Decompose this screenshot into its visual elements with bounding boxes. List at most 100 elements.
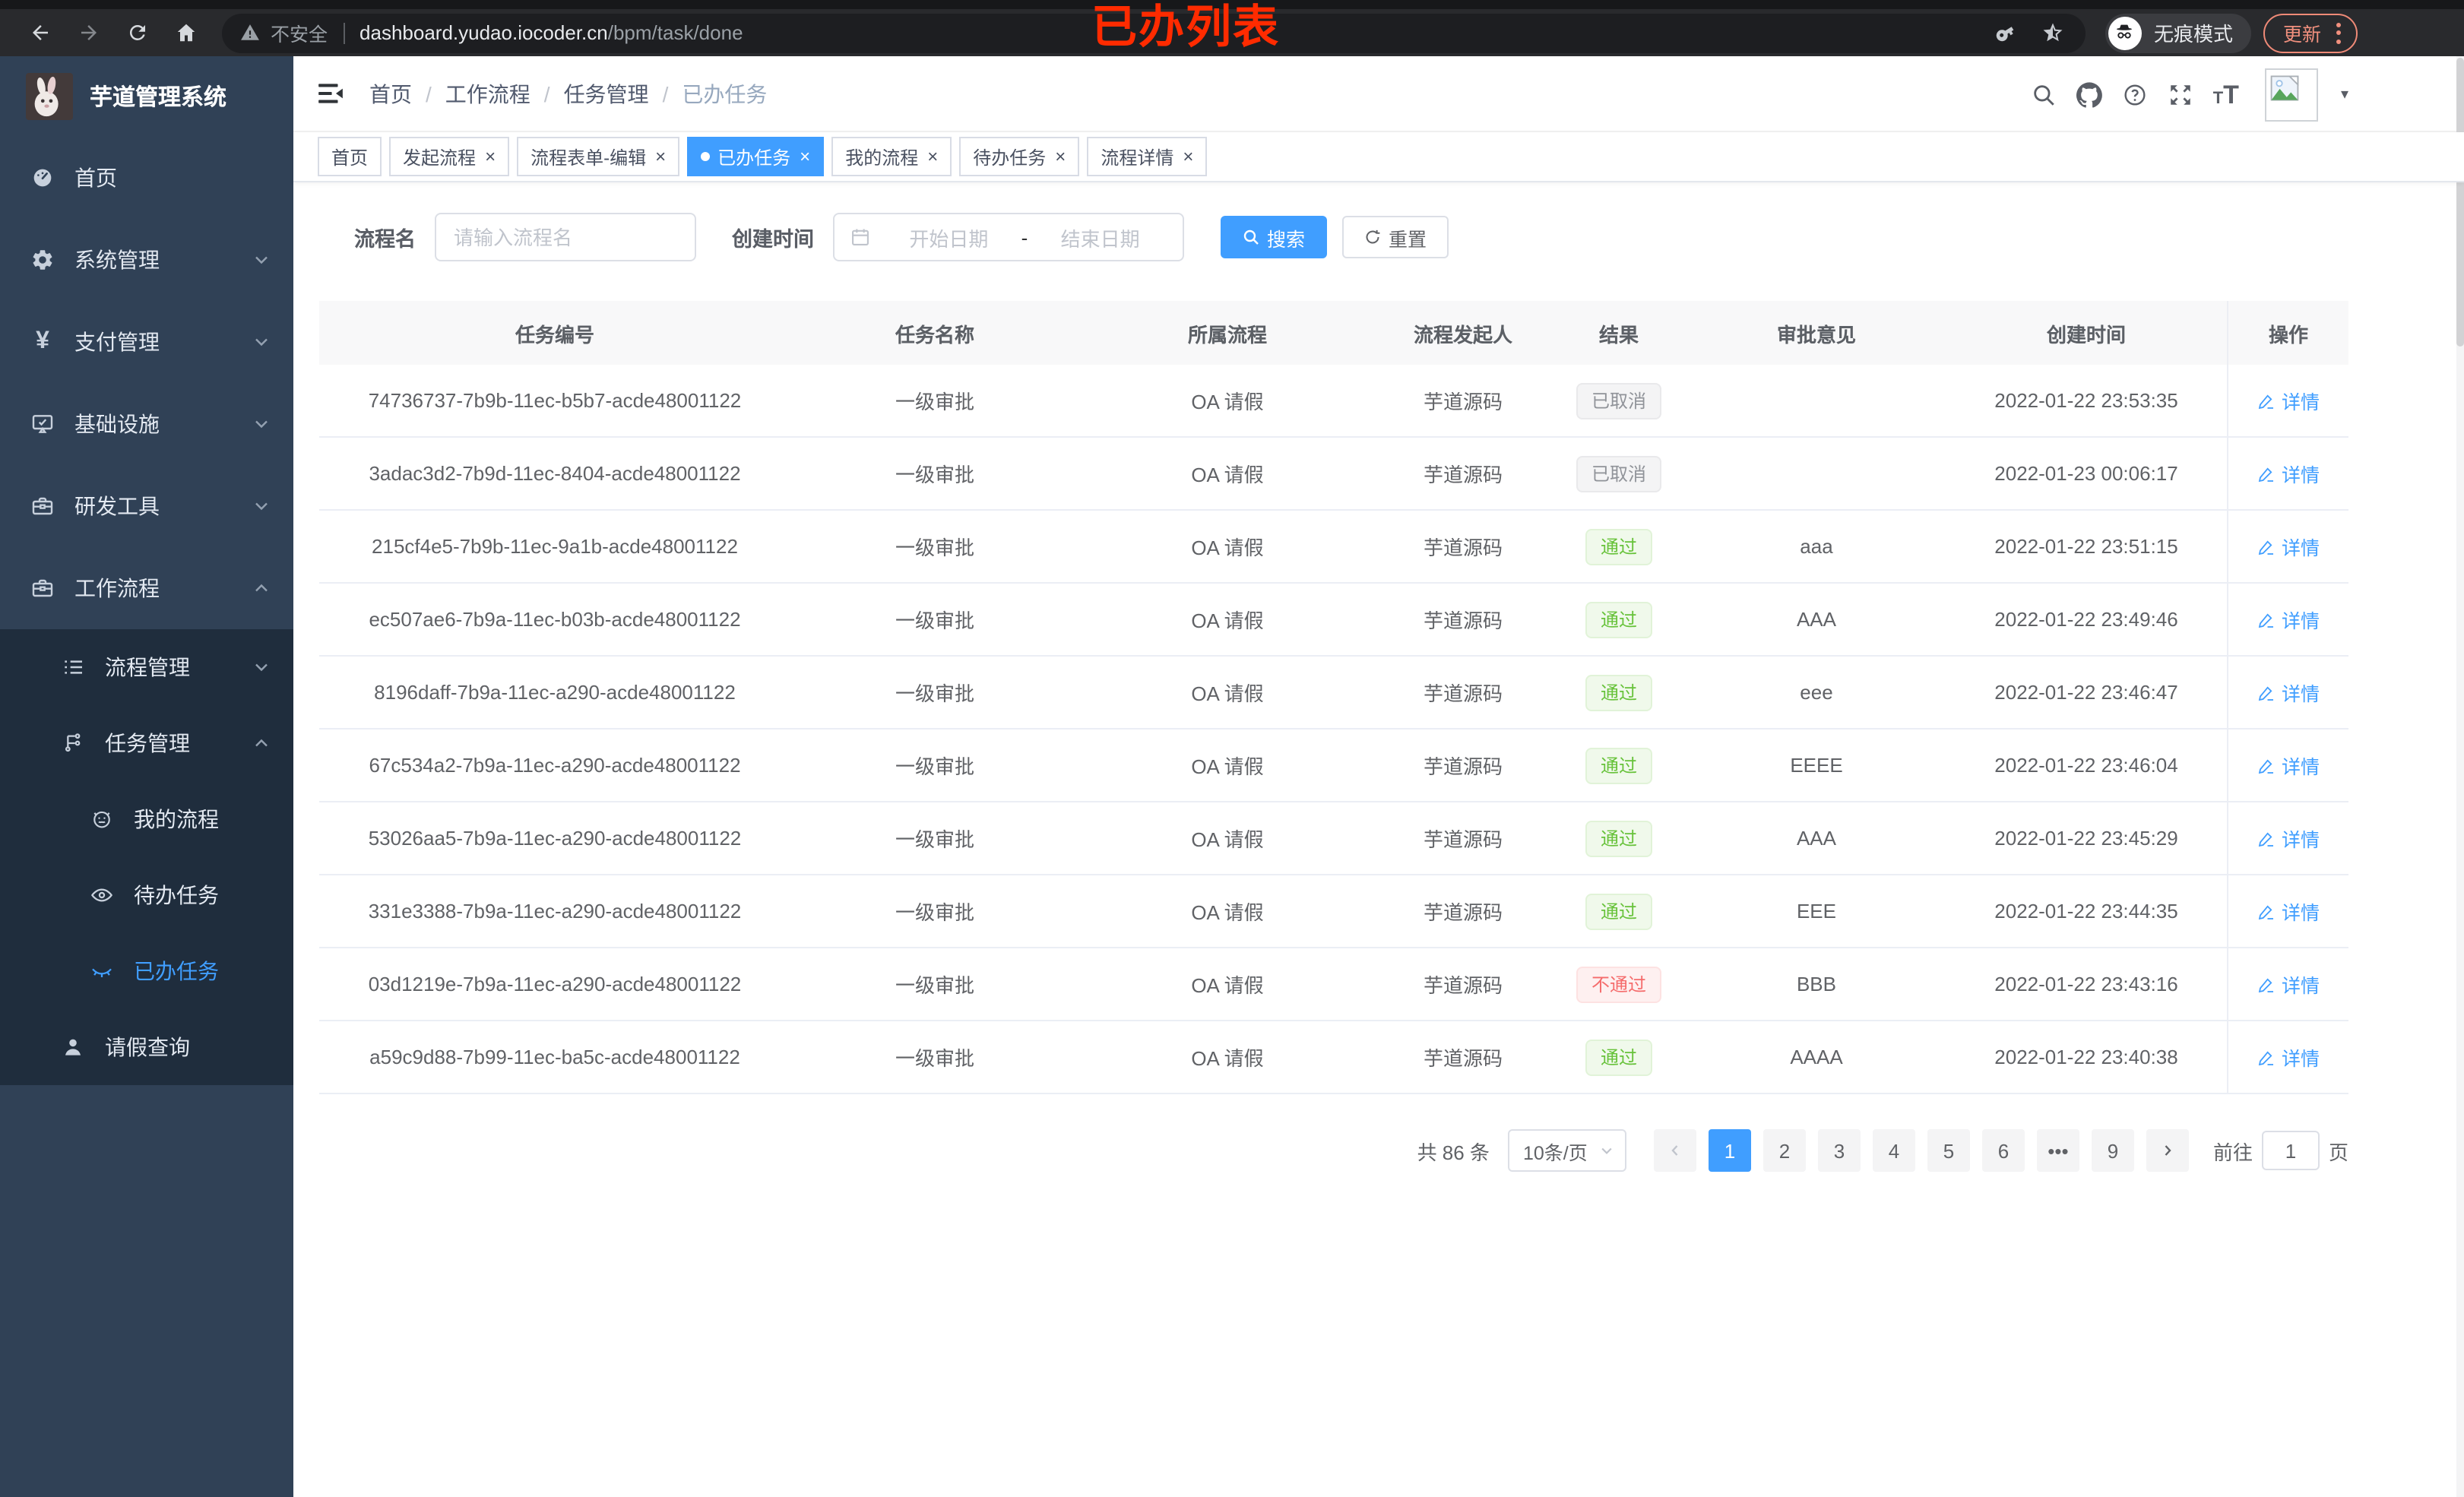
sidebar-item-todo-tasks[interactable]: 待办任务 — [0, 857, 293, 933]
browser-menu-icon[interactable] — [2330, 22, 2347, 43]
cell-create-time: 2022-01-22 23:51:15 — [1994, 535, 2178, 558]
sidebar-item-process-management[interactable]: 流程管理 — [0, 629, 293, 705]
detail-link[interactable]: 详情 — [2257, 751, 2320, 780]
page-button[interactable]: 9 — [2091, 1129, 2134, 1172]
page-button[interactable]: 4 — [1872, 1129, 1915, 1172]
search-icon[interactable] — [2031, 81, 2057, 107]
sidebar-item-my-process[interactable]: 我的流程 — [0, 781, 293, 857]
security-label[interactable]: 不安全 — [271, 18, 328, 47]
cell-starter: 芋道源码 — [1423, 609, 1503, 632]
cell-starter: 芋道源码 — [1423, 682, 1503, 705]
filter-form: 流程名 创建时间 开始日期 - 结束日期 搜索 — [319, 213, 2438, 261]
table-row: 03d1219e-7b9a-11ec-a290-acde48001122 一级审… — [319, 948, 2348, 1021]
monitor-icon — [29, 412, 56, 436]
help-icon[interactable] — [2122, 81, 2148, 107]
sidebar-item-workflow[interactable]: 工作流程 — [0, 547, 293, 629]
cell-task-id: 67c534a2-7b9a-11ec-a290-acde48001122 — [369, 754, 741, 777]
page-button[interactable]: 2 — [1762, 1129, 1806, 1172]
sidebar-item-task-management[interactable]: 任务管理 — [0, 705, 293, 781]
sidebar-item-system[interactable]: 系统管理 — [0, 219, 293, 301]
browser-forward-icon[interactable] — [64, 13, 112, 52]
detail-link[interactable]: 详情 — [2257, 824, 2320, 853]
tab-process-detail[interactable]: 流程详情 × — [1087, 137, 1208, 176]
page-button[interactable]: 1 — [1708, 1129, 1751, 1172]
scrollbar-thumb[interactable] — [2456, 58, 2464, 347]
sidebar-item-infrastructure[interactable]: 基础设施 — [0, 383, 293, 465]
browser-home-icon[interactable] — [161, 13, 210, 52]
password-key-icon[interactable] — [1990, 17, 2021, 48]
cell-process: OA 请假 — [1191, 609, 1264, 632]
sidebar-item-leave-query[interactable]: 请假查询 — [0, 1009, 293, 1085]
app-title: 芋道管理系统 — [90, 85, 227, 111]
tab-done-tasks[interactable]: 已办任务 × — [687, 137, 825, 176]
not-secure-warning-icon — [240, 23, 260, 43]
detail-link[interactable]: 详情 — [2257, 678, 2320, 707]
date-range-picker[interactable]: 开始日期 - 结束日期 — [832, 213, 1183, 261]
detail-link[interactable]: 详情 — [2257, 386, 2320, 415]
breadcrumb-home[interactable]: 首页 — [369, 78, 412, 109]
page-button[interactable]: 3 — [1817, 1129, 1861, 1172]
tab-close-icon[interactable]: × — [1183, 147, 1193, 166]
page-button[interactable]: 5 — [1927, 1129, 1970, 1172]
avatar-caret-icon[interactable]: ▾ — [2341, 86, 2348, 103]
tab-my-process[interactable]: 我的流程 × — [831, 137, 952, 176]
cell-comment: EEEE — [1790, 754, 1843, 777]
page-size-select[interactable]: 10条/页 — [1507, 1129, 1626, 1172]
cell-task-name: 一级审批 — [895, 536, 974, 559]
content: 流程名 创建时间 开始日期 - 结束日期 搜索 — [293, 182, 2464, 1172]
sidebar-item-done-tasks[interactable]: 已办任务 — [0, 933, 293, 1009]
fullscreen-icon[interactable] — [2168, 81, 2193, 107]
reset-button[interactable]: 重置 — [1341, 216, 1449, 258]
browser-reload-icon[interactable] — [112, 13, 161, 52]
process-name-input[interactable] — [434, 213, 695, 261]
browser-update-button[interactable]: 更新 — [2263, 13, 2358, 52]
list-icon — [59, 655, 87, 679]
cell-create-time: 2022-01-22 23:44:35 — [1994, 900, 2178, 923]
cell-process: OA 请假 — [1191, 464, 1264, 486]
cell-starter: 芋道源码 — [1423, 974, 1503, 997]
detail-link[interactable]: 详情 — [2257, 532, 2320, 561]
detail-link[interactable]: 详情 — [2257, 897, 2320, 926]
tab-close-icon[interactable]: × — [485, 147, 496, 166]
detail-link[interactable]: 详情 — [2257, 970, 2320, 999]
tab-close-icon[interactable]: × — [1055, 147, 1066, 166]
page-button[interactable]: 6 — [1981, 1129, 2025, 1172]
detail-link[interactable]: 详情 — [2257, 1043, 2320, 1071]
github-icon[interactable] — [2076, 81, 2102, 107]
avatar[interactable] — [2264, 68, 2318, 121]
breadcrumb-workflow[interactable]: 工作流程 — [445, 78, 530, 109]
tab-start-process[interactable]: 发起流程 × — [389, 137, 510, 176]
browser-back-icon[interactable] — [15, 13, 64, 52]
goto-page-input[interactable] — [2261, 1131, 2320, 1170]
bookmark-star-icon[interactable] — [2041, 21, 2064, 44]
sidebar-item-payment[interactable]: ¥ 支付管理 — [0, 301, 293, 383]
yen-icon: ¥ — [36, 328, 49, 354]
status-badge: 通过 — [1585, 747, 1652, 783]
more-pages-button[interactable]: ••• — [2036, 1129, 2079, 1172]
breadcrumb-task-management[interactable]: 任务管理 — [564, 78, 649, 109]
chevron-up-icon — [252, 734, 271, 752]
sidebar-toggle-icon[interactable] — [316, 79, 345, 108]
tab-close-icon[interactable]: × — [800, 147, 810, 166]
pagination: 共 86 条 10条/页 1 2 3 4 5 6 ••• 9 前往 1 页 — [319, 1129, 2348, 1172]
page-scrollbar[interactable] — [2456, 56, 2464, 1497]
detail-link[interactable]: 详情 — [2257, 605, 2320, 634]
cell-task-id: 74736737-7b9b-11ec-b5b7-acde48001122 — [368, 389, 742, 412]
next-page-button[interactable] — [2146, 1129, 2189, 1172]
cell-task-id: 331e3388-7b9a-11ec-a290-acde48001122 — [368, 900, 742, 923]
tab-home[interactable]: 首页 — [318, 137, 382, 176]
chevron-down-icon — [252, 251, 271, 269]
prev-page-button[interactable] — [1653, 1129, 1696, 1172]
tab-todo-tasks[interactable]: 待办任务 × — [959, 137, 1080, 176]
font-size-icon[interactable]: TT — [2213, 81, 2239, 107]
sidebar-item-devtools[interactable]: 研发工具 — [0, 465, 293, 547]
tab-close-icon[interactable]: × — [655, 147, 666, 166]
sidebar-item-home[interactable]: 首页 — [0, 137, 293, 219]
goto-label: 前往 — [2212, 1141, 2253, 1163]
table-row: 74736737-7b9b-11ec-b5b7-acde48001122 一级审… — [319, 365, 2348, 438]
search-button[interactable]: 搜索 — [1220, 216, 1327, 258]
detail-link[interactable]: 详情 — [2257, 459, 2320, 488]
tab-form-edit[interactable]: 流程表单-编辑 × — [517, 137, 680, 176]
cell-process: OA 请假 — [1191, 755, 1264, 778]
tab-close-icon[interactable]: × — [927, 147, 938, 166]
